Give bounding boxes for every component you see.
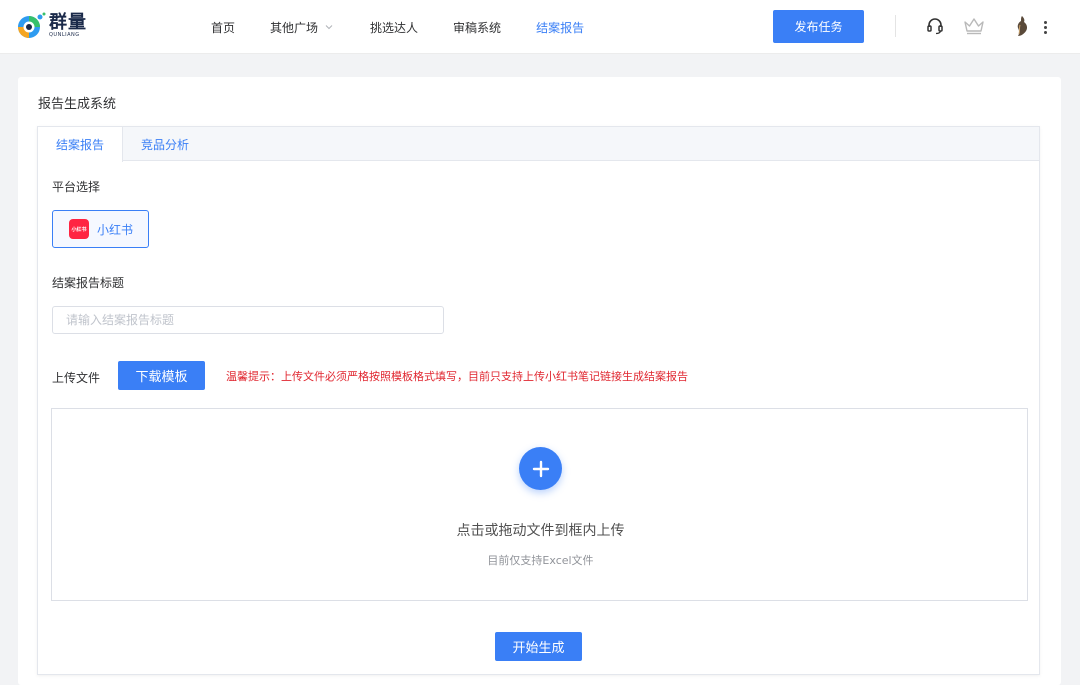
tab-final-report-label: 结案报告 [55, 138, 104, 152]
tab-bar: 结案报告 竞品分析 [38, 127, 1039, 162]
top-navbar: 群量 QUNLIANG 首页 其他广场 挑选达人 审稿系统 结案报告 发布任务 [0, 0, 1080, 54]
brand-name-en: QUNLIANG [49, 32, 80, 38]
nav-final-report-label: 结案报告 [536, 20, 585, 35]
chevron-down-icon [325, 25, 333, 30]
nav-home[interactable]: 首页 [211, 19, 235, 36]
avatar-icon[interactable] [1010, 13, 1034, 39]
nav-other-square-label: 其他广场 [270, 20, 319, 35]
publish-task-button[interactable]: 发布任务 [773, 10, 864, 43]
download-template-button[interactable]: 下载模板 [118, 361, 205, 390]
headset-icon[interactable] [923, 13, 947, 39]
tab-competitor-analysis[interactable]: 竞品分析 [123, 127, 207, 161]
main-nav: 首页 其他广场 挑选达人 审稿系统 结案报告 [211, 0, 584, 54]
brand-name: 群量 [49, 12, 87, 33]
report-panel: 结案报告 竞品分析 平台选择 小红书 小红书 结案报告标题 上传文件 下载模板 … [37, 126, 1040, 675]
more-vertical-icon[interactable] [1040, 17, 1050, 37]
nav-review-system-label: 审稿系统 [453, 20, 502, 35]
upload-tip-text: 温馨提示：上传文件必须严格按照模板格式填写，目前只支持上传小红书笔记链接生成结案… [226, 370, 688, 383]
dropzone-text: 点击或拖动文件到框内上传 [456, 523, 625, 539]
nav-select-influencer[interactable]: 挑选达人 [370, 19, 418, 36]
file-dropzone[interactable]: 点击或拖动文件到框内上传 目前仅支持Excel文件 [51, 408, 1028, 601]
platform-name: 小红书 [97, 222, 134, 237]
plus-icon[interactable] [519, 447, 562, 490]
tab-final-report[interactable]: 结案报告 [38, 127, 123, 162]
platform-xiaohongshu-button[interactable]: 小红书 小红书 [52, 210, 149, 248]
nav-home-label: 首页 [211, 20, 236, 35]
nav-divider [895, 15, 896, 37]
logo-mark-icon [16, 11, 46, 41]
tab-competitor-analysis-label: 竞品分析 [140, 137, 189, 152]
xiaohongshu-logo-text: 小红书 [71, 226, 87, 233]
report-title-label: 结案报告标题 [52, 276, 125, 290]
upload-file-label: 上传文件 [52, 371, 101, 385]
xiaohongshu-logo-icon: 小红书 [69, 219, 89, 239]
platform-label: 平台选择 [52, 180, 101, 194]
nav-review-system[interactable]: 审稿系统 [453, 19, 501, 36]
dropzone-subtext: 目前仅支持Excel文件 [487, 554, 594, 567]
page-title: 报告生成系统 [38, 97, 117, 112]
nav-other-square[interactable]: 其他广场 [270, 19, 334, 36]
report-title-input[interactable] [52, 306, 444, 334]
start-generate-button[interactable]: 开始生成 [495, 632, 582, 661]
brand-logo[interactable]: 群量 QUNLIANG [16, 11, 87, 41]
nav-final-report[interactable]: 结案报告 [536, 19, 584, 36]
nav-select-influencer-label: 挑选达人 [370, 20, 419, 35]
main-card: 报告生成系统 结案报告 竞品分析 平台选择 小红书 小红书 结案报告标题 上传文… [18, 77, 1061, 685]
crown-icon[interactable] [962, 13, 986, 39]
